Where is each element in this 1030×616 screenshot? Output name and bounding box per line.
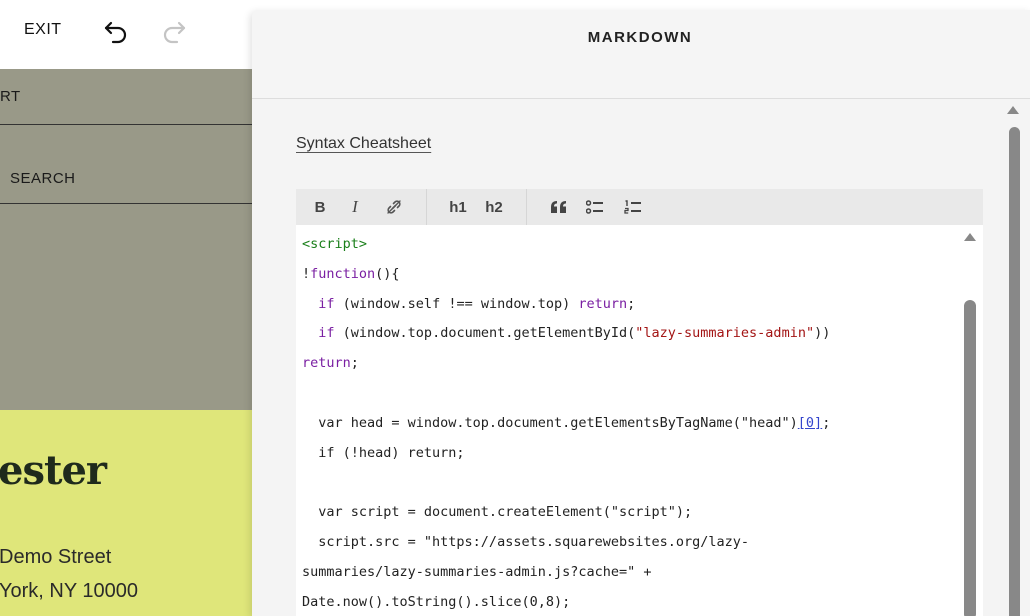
code-token: "lazy-summaries-admin": [635, 325, 815, 342]
markdown-code-editor[interactable]: <script> !function(){ if (window.self !=…: [296, 225, 983, 616]
code-line: summaries/lazy-summaries-admin.js?cache=…: [302, 563, 652, 580]
code-line: if (window.top.document.getElementById("…: [302, 319, 958, 349]
panel-header: MARKDOWN: [252, 10, 1030, 99]
markdown-toolbar: B I h1 h2: [296, 189, 983, 225]
panel-scrollbar[interactable]: [1004, 106, 1022, 616]
code-token: function: [310, 265, 376, 282]
heading-1-button[interactable]: h1: [444, 189, 472, 225]
code-token: <script>: [302, 236, 368, 252]
code-content: <script> !function(){ if (window.self !=…: [302, 230, 958, 616]
quote-icon[interactable]: [544, 189, 574, 225]
code-line: Date.now().toString().slice(0,8);: [302, 593, 571, 610]
code-line: return;: [302, 349, 958, 379]
code-token: var head = window.top.document.getElemen…: [302, 414, 798, 431]
scroll-up-arrow-icon[interactable]: [964, 233, 976, 241]
link-icon[interactable]: [379, 189, 409, 225]
code-token: [0]: [797, 414, 823, 431]
code-line: script.src = "https://assets.squarewebsi…: [302, 533, 750, 550]
code-token: ;: [627, 295, 636, 312]
code-token: )): [814, 325, 831, 342]
code-line: var script = document.createElement("scr…: [302, 504, 693, 521]
markdown-panel: MARKDOWN Syntax Cheatsheet B I h1 h2 <sc…: [252, 10, 1030, 616]
site-preview-nav: [0, 69, 252, 410]
code-token: !: [302, 265, 311, 282]
hero-title: ester: [0, 447, 107, 494]
scroll-up-arrow-icon[interactable]: [1007, 106, 1019, 114]
code-line: if (window.self !== window.top) return;: [302, 290, 958, 320]
code-line: <script>: [302, 230, 958, 260]
code-token: if: [318, 295, 335, 312]
code-token: (){: [375, 265, 400, 282]
code-token: (window.top.document.getElementById(: [334, 325, 636, 342]
code-token: ;: [350, 355, 359, 372]
syntax-cheatsheet-link[interactable]: Syntax Cheatsheet: [296, 135, 431, 153]
toolbar-separator: [426, 189, 427, 225]
site-nav-item[interactable]: RT: [0, 88, 21, 105]
address-line-1: Demo Street: [0, 546, 112, 568]
panel-title: MARKDOWN: [587, 29, 693, 46]
heading-2-button[interactable]: h2: [480, 189, 508, 225]
italic-button[interactable]: I: [341, 189, 369, 225]
redo-icon[interactable]: [161, 18, 187, 44]
code-line: if (!head) return;: [302, 444, 465, 461]
code-line: var head = window.top.document.getElemen…: [302, 409, 958, 439]
editor-scrollbar[interactable]: [961, 225, 979, 616]
nav-divider: [0, 124, 252, 125]
toolbar-separator: [526, 189, 527, 225]
code-token: if: [318, 325, 335, 342]
address-line-2: York, NY 10000: [0, 580, 138, 602]
site-search-link[interactable]: SEARCH: [10, 170, 76, 187]
code-line: !function(){: [302, 260, 958, 290]
undo-icon[interactable]: [103, 18, 129, 44]
code-token: return: [302, 355, 351, 372]
bullet-list-icon[interactable]: [580, 189, 610, 225]
bold-button[interactable]: B: [306, 189, 334, 225]
code-token: return: [578, 295, 628, 312]
exit-button[interactable]: EXIT: [24, 21, 62, 39]
code-token: (window.self !== window.top): [334, 295, 579, 312]
numbered-list-icon[interactable]: [618, 189, 648, 225]
nav-divider: [0, 203, 252, 204]
scrollbar-thumb[interactable]: [964, 300, 976, 616]
code-token: ;: [822, 414, 831, 431]
scrollbar-thumb[interactable]: [1009, 127, 1020, 616]
